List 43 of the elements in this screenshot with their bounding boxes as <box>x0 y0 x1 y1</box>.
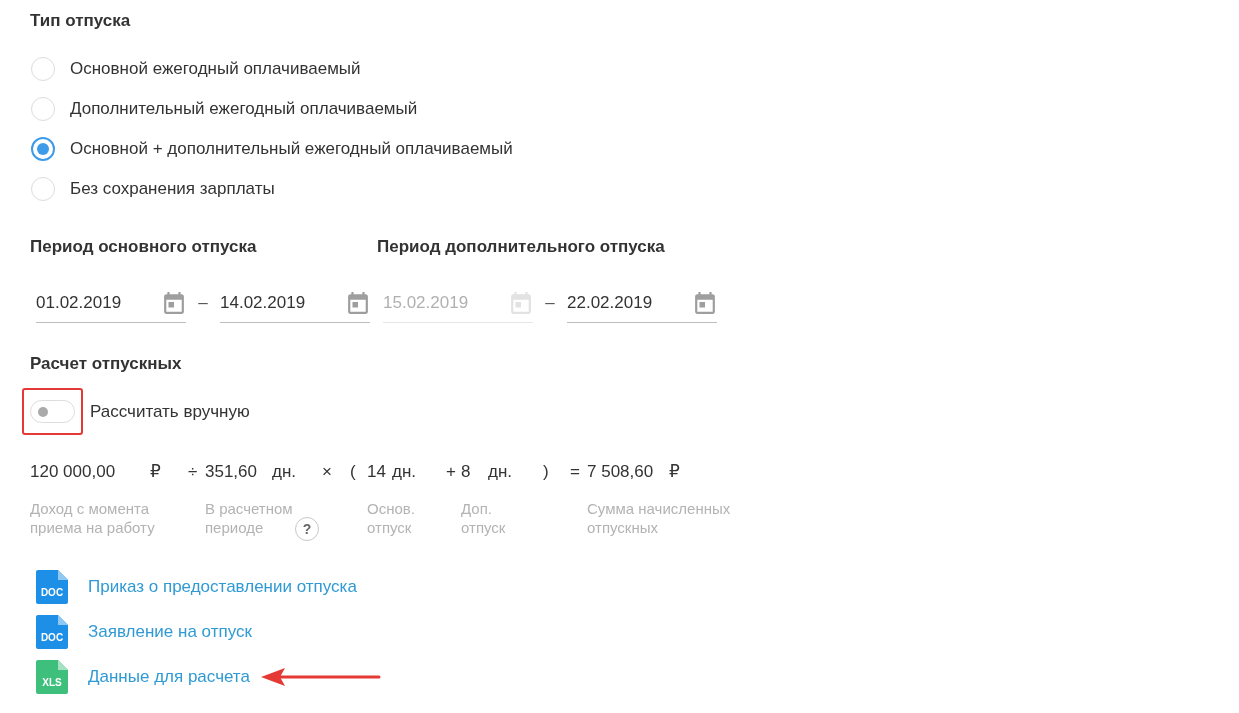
toggle-label[interactable]: Рассчитать вручную <box>90 399 250 424</box>
formula-value: 7 508,60 <box>587 462 654 481</box>
unit-label: дн. <box>272 461 297 483</box>
radio-button[interactable] <box>31 137 55 161</box>
operator-sign: = <box>570 462 580 481</box>
date-field[interactable]: 22.02.2019 <box>567 283 717 323</box>
date-field[interactable]: 14.02.2019 <box>220 283 370 323</box>
formula-caption: В расчетном периоде <box>205 500 293 536</box>
radio-label[interactable]: Без сохранения зарплаты <box>70 176 275 202</box>
formula-value: 14 <box>367 462 386 481</box>
section-heading: Тип отпуска <box>30 10 131 32</box>
calendar-icon[interactable] <box>164 291 184 314</box>
formula-value: 351,60 <box>205 462 257 481</box>
operator-sign: ) <box>543 462 549 481</box>
formula-caption: Основ. отпуск <box>367 500 415 536</box>
formula-caption: Доход с момента приема на работу <box>30 500 155 536</box>
section-heading: Расчет отпускных <box>30 353 182 375</box>
range-dash: – <box>545 292 555 315</box>
document-file-icon: DOC <box>36 569 68 604</box>
calendar-icon[interactable] <box>695 291 715 314</box>
toggle-switch[interactable] <box>30 400 75 423</box>
formula-caption: Сумма начисленных отпускных <box>587 500 731 536</box>
unit-label: ₽ <box>669 461 680 483</box>
document-file-icon: DOC <box>36 614 68 649</box>
operator-sign: × <box>322 462 332 481</box>
operator-sign: + <box>446 462 456 481</box>
formula-value: 8 <box>461 462 471 481</box>
operator-sign: ÷ <box>188 462 198 481</box>
formula-value: 120 000,00 <box>30 462 116 481</box>
unit-label: ₽ <box>150 461 161 483</box>
section-heading: Период основного отпуска <box>30 236 257 258</box>
section-heading: Период дополнительного отпуска <box>377 236 665 258</box>
unit-label: дн. <box>488 461 513 483</box>
radio-label[interactable]: Дополнительный ежегодный оплачиваемый <box>70 96 418 122</box>
spreadsheet-file-icon: XLS <box>36 659 68 694</box>
date-field[interactable]: 01.02.2019 <box>36 283 186 323</box>
operator-sign: ( <box>350 462 356 481</box>
range-dash: – <box>198 292 208 315</box>
formula-caption: Доп. отпуск <box>461 500 506 536</box>
radio-label[interactable]: Основной + дополнительный ежегодный оплачиваемый <box>70 136 513 162</box>
unit-label: дн. <box>392 461 417 483</box>
calendar-icon[interactable] <box>348 291 368 314</box>
radio-label[interactable]: Основной ежегодный оплачиваемый <box>70 56 361 82</box>
